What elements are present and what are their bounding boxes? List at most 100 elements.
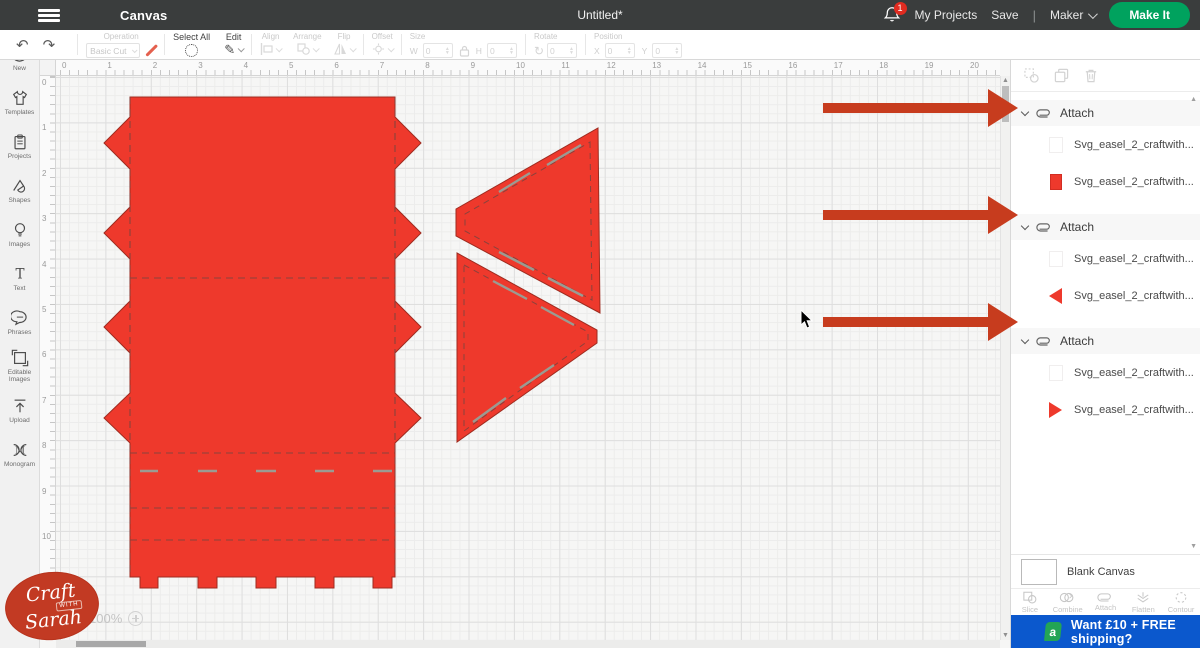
sidebar-item-images[interactable]: Images <box>0 212 39 256</box>
chevron-down-icon[interactable] <box>238 45 245 52</box>
combine-button[interactable]: Combine <box>1049 589 1087 615</box>
offset-group: Offset <box>372 30 393 59</box>
sidebar-item-monogram[interactable]: M Monogram <box>0 432 39 476</box>
ruler-number: 4 <box>42 260 46 269</box>
stepper-icon[interactable]: ▲▼ <box>445 47 450 55</box>
ruler-number: 20 <box>970 61 979 70</box>
shape-box-plate[interactable] <box>104 97 421 588</box>
stepper-icon[interactable]: ▲▼ <box>674 47 679 55</box>
chevron-down-icon[interactable] <box>1021 221 1029 229</box>
stepper-icon[interactable]: ▲▼ <box>627 47 632 55</box>
layer-item[interactable]: Svg_easel_2_craftwith... <box>1011 391 1200 428</box>
rotate-input[interactable]: 0▲▼ <box>547 43 577 58</box>
layer-group-header[interactable]: Attach <box>1011 100 1200 126</box>
horizontal-scroll-thumb[interactable] <box>76 641 146 647</box>
speech-bubble-icon <box>11 309 29 327</box>
operation-select[interactable]: Basic Cut <box>86 43 140 58</box>
color-swatch-icon[interactable] <box>143 44 156 57</box>
make-it-button[interactable]: Make It <box>1109 2 1190 28</box>
layer-group-header[interactable]: Attach <box>1011 328 1200 354</box>
notifications-button[interactable]: 1 <box>883 6 901 24</box>
layer-item[interactable]: Svg_easel_2_craftwith... <box>1011 277 1200 314</box>
vertical-scroll-thumb[interactable] <box>1002 86 1009 122</box>
ruler-number: 16 <box>788 61 797 70</box>
trash-icon[interactable] <box>1084 68 1098 83</box>
chevron-down-icon[interactable] <box>276 45 283 52</box>
size-group: Size W 0▲▼ H 0▲▼ <box>410 30 517 59</box>
ruler-number: 8 <box>425 61 429 70</box>
scroll-up-icon[interactable]: ▲ <box>1002 77 1009 84</box>
position-label: Position <box>594 32 622 42</box>
ruler-number: 19 <box>925 61 934 70</box>
blank-canvas-row[interactable]: Blank Canvas <box>1011 554 1200 588</box>
sidebar-item-shapes[interactable]: Shapes <box>0 168 39 212</box>
undo-button[interactable]: ↶ <box>16 36 29 54</box>
duplicate-icon[interactable] <box>1054 68 1069 83</box>
clipboard-icon <box>11 133 29 151</box>
chevron-down-icon[interactable] <box>349 45 356 52</box>
group-icon[interactable] <box>1024 68 1039 83</box>
attach-button[interactable]: Attach <box>1087 589 1125 615</box>
layer-group-header[interactable]: Attach <box>1011 214 1200 240</box>
sidebar-item-phrases[interactable]: Phrases <box>0 300 39 344</box>
select-all-icon[interactable] <box>185 44 198 57</box>
list-scroll-up-icon[interactable]: ▲ <box>1190 96 1197 103</box>
arrange-group: Arrange <box>293 30 321 59</box>
sidebar-item-projects[interactable]: Projects <box>0 124 39 168</box>
align-group: Align <box>260 30 281 59</box>
pencil-icon[interactable]: ✎ <box>224 43 235 56</box>
stepper-icon[interactable]: ▲▼ <box>509 47 514 55</box>
flip-icon[interactable] <box>334 43 347 55</box>
ruler-vertical: 0123456789101112 <box>40 76 56 640</box>
sidebar-item-templates[interactable]: Templates <box>0 80 39 124</box>
scroll-down-icon[interactable]: ▼ <box>1002 632 1009 639</box>
layer-item[interactable]: Svg_easel_2_craftwith... <box>1011 163 1200 200</box>
chevron-down-icon[interactable] <box>312 45 319 52</box>
redo-button[interactable]: ↷ <box>43 36 56 54</box>
align-icon[interactable] <box>260 43 273 55</box>
upload-icon <box>11 397 29 415</box>
document-title: Untitled* <box>577 8 622 22</box>
sidebar-item-upload[interactable]: Upload <box>0 388 39 432</box>
ruler-number: 1 <box>107 61 111 70</box>
canvas-horizontal-scrollbar[interactable] <box>56 640 1000 648</box>
machine-selector[interactable]: Maker <box>1050 8 1095 22</box>
sidebar-item-text[interactable]: T Text <box>0 256 39 300</box>
my-projects-link[interactable]: My Projects <box>915 8 978 22</box>
chevron-down-icon[interactable] <box>1021 335 1029 343</box>
blank-canvas-label: Blank Canvas <box>1067 566 1135 578</box>
blank-canvas-thumbnail <box>1021 559 1057 585</box>
chevron-down-icon[interactable] <box>387 45 394 52</box>
chevron-down-icon[interactable] <box>1021 107 1029 115</box>
ruler-number: 4 <box>244 61 248 70</box>
slice-button[interactable]: Slice <box>1011 589 1049 615</box>
design-canvas[interactable]: 01234567891011121314151617181920 0123456… <box>40 60 1010 648</box>
zoom-in-button[interactable] <box>128 611 143 626</box>
promo-banner[interactable]: a Want £10 + FREE shipping? <box>1011 615 1200 648</box>
menu-icon[interactable] <box>38 9 60 22</box>
rotate-group: Rotate ↻ 0▲▼ <box>534 30 577 59</box>
contour-button[interactable]: Contour <box>1162 589 1200 615</box>
x-input[interactable]: 0▲▼ <box>605 43 635 58</box>
layer-item[interactable]: Svg_easel_2_craftwith... <box>1011 240 1200 277</box>
lock-icon[interactable] <box>459 45 470 57</box>
width-input[interactable]: 0▲▼ <box>423 43 453 58</box>
ruler-number: 5 <box>42 305 46 314</box>
offset-icon[interactable] <box>372 43 385 55</box>
ruler-number: 8 <box>42 441 46 450</box>
layer-item[interactable]: Svg_easel_2_craftwith... <box>1011 354 1200 391</box>
y-input[interactable]: 0▲▼ <box>652 43 682 58</box>
design-space-app: Canvas Untitled* 1 My Projects Save | Ma… <box>0 0 1200 648</box>
flatten-button[interactable]: Flatten <box>1124 589 1162 615</box>
stepper-icon[interactable]: ▲▼ <box>569 47 574 55</box>
arrange-icon[interactable] <box>297 43 310 55</box>
save-link[interactable]: Save <box>991 8 1018 22</box>
chevron-down-icon <box>132 47 138 53</box>
layer-thumbnail-rectangle <box>1050 174 1062 190</box>
height-input[interactable]: 0▲▼ <box>487 43 517 58</box>
sidebar-item-editable-images[interactable]: Editable Images <box>0 344 39 388</box>
list-scroll-down-icon[interactable]: ▼ <box>1190 543 1197 550</box>
layer-item[interactable]: Svg_easel_2_craftwith... <box>1011 126 1200 163</box>
canvas-vertical-scrollbar[interactable]: ▲ ▼ <box>1000 76 1010 640</box>
rotate-icon[interactable]: ↻ <box>534 44 544 58</box>
